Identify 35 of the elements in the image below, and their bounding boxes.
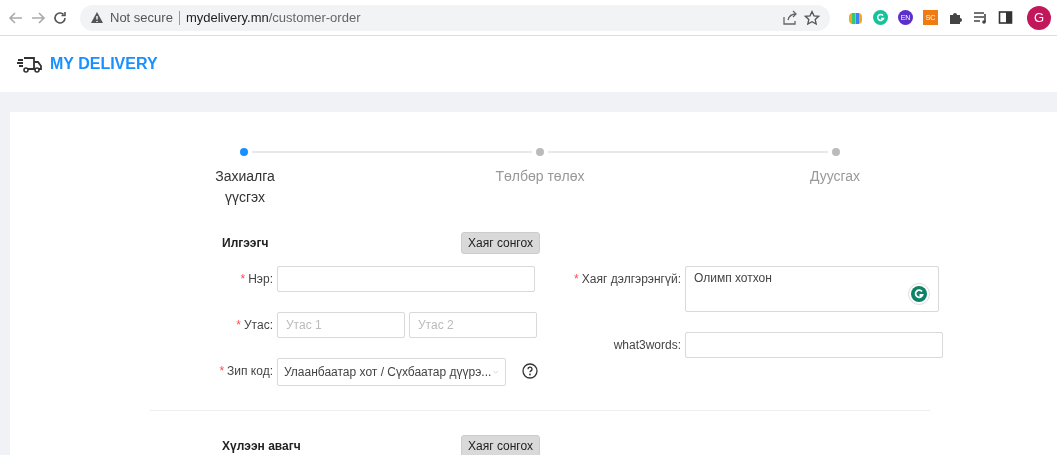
required-mark: * (240, 271, 246, 288)
field-label: Хаяг дэлгэрэнгүй: (581, 271, 681, 288)
section-title: Хүлээн авагч (222, 439, 301, 453)
side-panel-icon[interactable] (998, 10, 1013, 25)
text-field[interactable] (277, 266, 535, 292)
required-mark: * (574, 271, 579, 288)
phone-field[interactable]: Утас 2 (409, 312, 537, 338)
field-label: Нэр: (248, 271, 273, 288)
security-label: Not secure (110, 10, 173, 25)
required-mark: * (219, 363, 225, 380)
playlist-icon[interactable] (973, 10, 988, 25)
address-bar[interactable]: Not secure mydelivery.mn/customer-order (80, 4, 830, 31)
profile-avatar[interactable]: G (1027, 5, 1051, 30)
field-label: Зип код: (227, 363, 273, 380)
grammarly-icon[interactable] (908, 283, 930, 305)
help-icon[interactable] (522, 363, 538, 379)
star-icon[interactable] (804, 9, 820, 26)
share-icon[interactable] (782, 9, 798, 26)
zip-code-select[interactable]: Улаанбаатар хот / Сүхбаатар дүүрэ... (277, 358, 506, 386)
section-title: Илгээгч (222, 236, 269, 250)
required-mark: * (236, 317, 241, 334)
url-text: mydelivery.mn/customer-order (185, 10, 361, 25)
address-textarea[interactable]: Олимп хотхон (685, 266, 939, 312)
reload-icon[interactable] (52, 9, 68, 26)
choose-address-button[interactable]: Хаяг сонгох (461, 232, 540, 254)
warning-icon (90, 11, 104, 24)
truck-icon (16, 54, 42, 74)
choose-address-button[interactable]: Хаяг сонгох (461, 435, 540, 455)
phone-field[interactable]: Утас 1 (277, 312, 405, 338)
puzzle-icon[interactable] (948, 10, 963, 25)
chevron-down-icon (493, 368, 499, 376)
step-label[interactable]: Захиалга үүсгэх (210, 166, 280, 208)
field-label: what3words: (613, 337, 681, 354)
field-label: Утас: (244, 317, 273, 334)
text-field[interactable] (685, 332, 943, 358)
